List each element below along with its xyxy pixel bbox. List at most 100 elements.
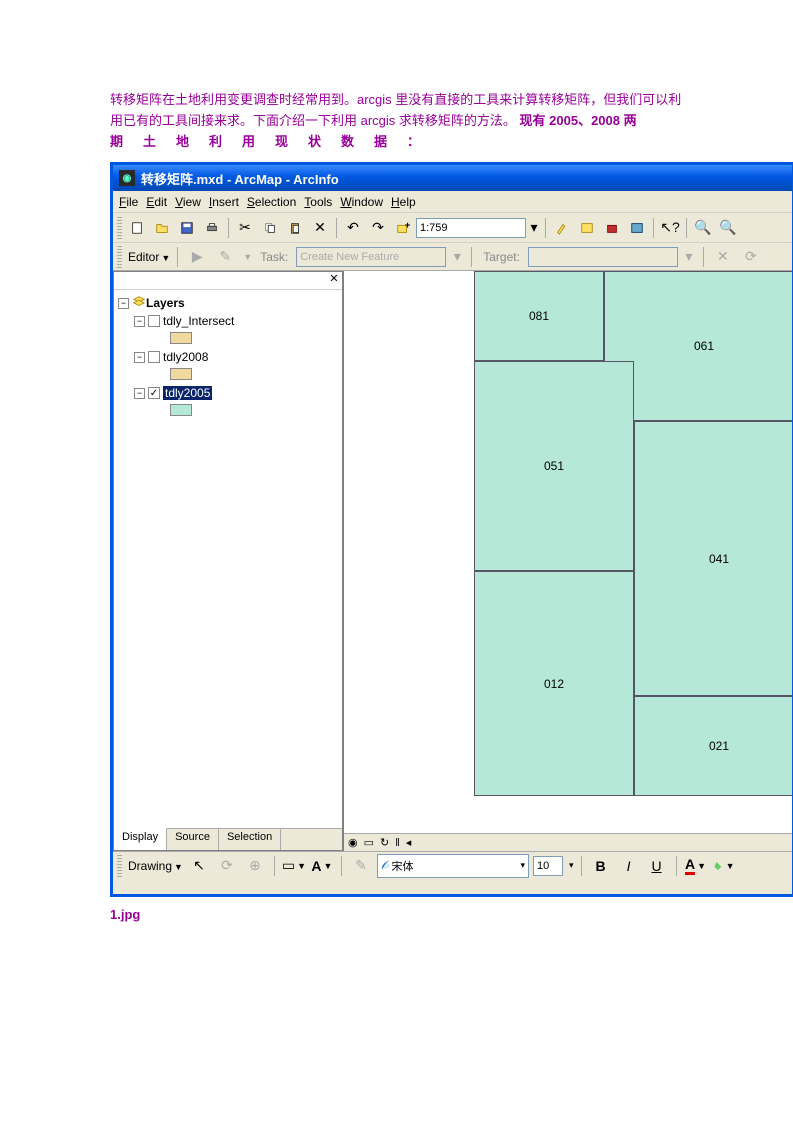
svg-text:+: + xyxy=(405,221,410,231)
task-label: Task: xyxy=(260,250,288,264)
layer-checkbox[interactable] xyxy=(148,351,160,363)
edit-tool: ▶ xyxy=(185,245,209,269)
tab-display[interactable]: Display xyxy=(114,828,167,850)
layout-view-button[interactable]: ▭ xyxy=(364,836,374,849)
scale-dropdown[interactable]: ▾ xyxy=(527,216,541,240)
toolbar-grip[interactable] xyxy=(117,246,122,268)
tree-toggle[interactable]: − xyxy=(134,388,145,399)
open-button[interactable] xyxy=(150,216,174,240)
drawing-menu[interactable]: Drawing▼ xyxy=(128,859,183,873)
text-tool[interactable]: A▼ xyxy=(310,854,334,878)
layers-icon xyxy=(132,295,146,312)
layer-checkbox[interactable] xyxy=(148,315,160,327)
save-button[interactable] xyxy=(175,216,199,240)
rotate-tool: ⟳ xyxy=(739,245,763,269)
map-parcel[interactable]: 021 xyxy=(634,696,792,796)
arcmap-window: ◉ 转移矩阵.mxd - ArcMap - ArcInfo File Edit … xyxy=(110,162,793,897)
menu-file[interactable]: File xyxy=(119,195,138,209)
toolbar-grip[interactable] xyxy=(117,217,122,239)
layer-checkbox[interactable]: ✓ xyxy=(148,387,160,399)
tab-selection[interactable]: Selection xyxy=(219,828,281,850)
layer-name[interactable]: tdly_Intersect xyxy=(163,314,234,328)
layers-tree[interactable]: − Layers −tdly_Intersect−tdly2008−✓tdly2… xyxy=(114,290,342,828)
italic-button[interactable]: I xyxy=(617,854,641,878)
map-parcel[interactable]: 051 xyxy=(474,361,634,571)
font-combo[interactable] xyxy=(389,856,519,876)
tree-toggle[interactable]: − xyxy=(134,316,145,327)
underline-button[interactable]: U xyxy=(645,854,669,878)
rectangle-tool[interactable]: ▭▼ xyxy=(282,854,306,878)
refresh-button[interactable]: ↻ xyxy=(380,836,389,849)
select-elements[interactable]: ↖ xyxy=(187,854,211,878)
scale-input[interactable] xyxy=(416,218,526,238)
cut-button[interactable]: ✂ xyxy=(233,216,257,240)
layer-row[interactable]: −✓tdly2005 xyxy=(118,384,338,402)
task-combo xyxy=(296,247,446,267)
window-title: 转移矩阵.mxd - ArcMap - ArcInfo xyxy=(141,169,339,188)
document-intro: 转移矩阵在土地利用变更调查时经常用到。arcgis 里没有直接的工具来计算转移矩… xyxy=(0,0,793,162)
layers-root[interactable]: Layers xyxy=(146,296,185,310)
main-area: ✕ − Layers −tdly_Intersect−tdly2008−✓tdl… xyxy=(113,271,792,851)
new-button[interactable] xyxy=(125,216,149,240)
delete-button[interactable]: ✕ xyxy=(308,216,332,240)
layer-symbol[interactable] xyxy=(170,404,192,416)
menu-insert[interactable]: Insert xyxy=(209,195,239,209)
editor-toolbar: Editor▼ ▶ ✎ ▼ Task: ▾ Target: ▾ ✕ ⟳ xyxy=(113,243,792,271)
editor-menu[interactable]: Editor▼ xyxy=(128,250,170,264)
fill-color-button[interactable]: ▼ xyxy=(712,854,736,878)
tree-toggle[interactable]: − xyxy=(134,352,145,363)
arccatalog-button[interactable] xyxy=(575,216,599,240)
menu-help[interactable]: Help xyxy=(391,195,416,209)
menubar: File Edit View Insert Selection Tools Wi… xyxy=(113,191,792,213)
menu-tools[interactable]: Tools xyxy=(304,195,332,209)
font-size-combo[interactable] xyxy=(533,856,563,876)
layer-row[interactable]: − tdly_Intersect xyxy=(118,312,338,330)
toc-panel-header: ✕ xyxy=(114,272,342,290)
edit-vertices: ✎ xyxy=(349,854,373,878)
pause-button[interactable]: ‖ xyxy=(395,837,400,849)
tree-toggle[interactable]: − xyxy=(118,298,129,309)
layer-symbol[interactable] xyxy=(170,332,192,344)
menu-edit[interactable]: Edit xyxy=(146,195,167,209)
tab-source[interactable]: Source xyxy=(167,828,219,850)
font-color-button[interactable]: A▼ xyxy=(684,854,708,878)
layer-name[interactable]: tdly2008 xyxy=(163,350,208,364)
zoom-out-button[interactable]: 🔍 xyxy=(716,216,740,240)
zoom-in-button[interactable]: 🔍 xyxy=(691,216,715,240)
map-parcel[interactable]: 041 xyxy=(634,421,792,696)
titlebar[interactable]: ◉ 转移矩阵.mxd - ArcMap - ArcInfo xyxy=(113,165,792,191)
menu-window[interactable]: Window xyxy=(340,195,383,209)
menu-view[interactable]: View xyxy=(175,195,201,209)
help-pointer-button[interactable]: ↖? xyxy=(658,216,682,240)
standard-toolbar: ✂ ✕ ↶ ↷ + ▾ ↖? 🔍 🔍 xyxy=(113,213,792,243)
arctoolbox-button[interactable] xyxy=(600,216,624,240)
command-line-button[interactable] xyxy=(625,216,649,240)
map-parcel[interactable]: 081 xyxy=(474,271,604,361)
toolbar-grip[interactable] xyxy=(117,855,122,877)
bold-button[interactable]: B xyxy=(589,854,613,878)
map-parcel[interactable]: 012 xyxy=(474,571,634,796)
app-icon: ◉ xyxy=(119,170,135,186)
paste-button[interactable] xyxy=(283,216,307,240)
layer-symbol[interactable] xyxy=(170,368,192,380)
layer-row[interactable]: − tdly2008 xyxy=(118,348,338,366)
data-view-button[interactable]: ◉ xyxy=(348,836,358,849)
toc-tabs: Display Source Selection xyxy=(114,828,342,850)
target-label: Target: xyxy=(483,250,520,264)
add-data-button[interactable]: + xyxy=(391,216,415,240)
print-button[interactable] xyxy=(200,216,224,240)
split-tool: ✕ xyxy=(711,245,735,269)
copy-button[interactable] xyxy=(258,216,282,240)
undo-button[interactable]: ↶ xyxy=(341,216,365,240)
toc-close-button[interactable]: ✕ xyxy=(326,272,342,289)
map-canvas[interactable]: 081061051041012021 ◉ ▭ ↻ ‖ ◂ xyxy=(343,271,792,851)
zoom-button: ⊕ xyxy=(243,854,267,878)
drawing-toolbar: Drawing▼ ↖ ⟳ ⊕ ▭▼ A▼ ✎ 𝒪▾ ▾ B I U A▼ ▼ xyxy=(113,851,792,879)
editor-toolbar-button[interactable] xyxy=(550,216,574,240)
toc-panel: ✕ − Layers −tdly_Intersect−tdly2008−✓tdl… xyxy=(113,271,343,851)
layer-name[interactable]: tdly2005 xyxy=(163,386,212,400)
map-nav-bar: ◉ ▭ ↻ ‖ ◂ xyxy=(344,833,792,851)
redo-button[interactable]: ↷ xyxy=(366,216,390,240)
menu-selection[interactable]: Selection xyxy=(247,195,296,209)
rotate-button: ⟳ xyxy=(215,854,239,878)
